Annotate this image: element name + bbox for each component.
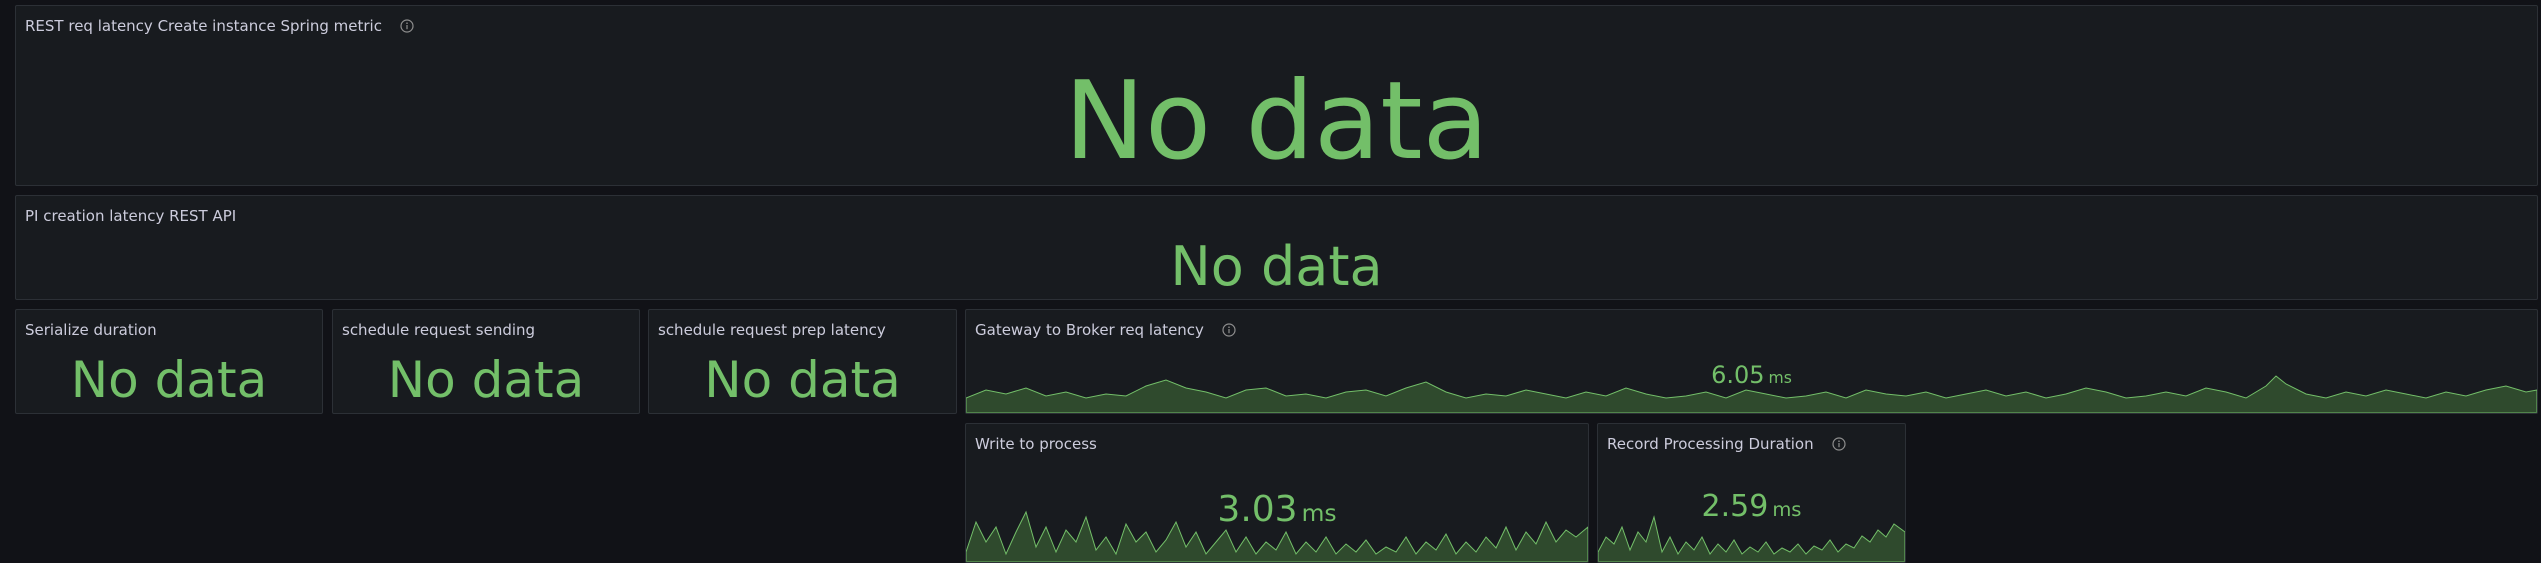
panel-header: Write to process — [975, 424, 1097, 464]
no-data-value: No data — [387, 351, 585, 409]
no-data-value: No data — [1064, 59, 1489, 184]
stat-number: 6.05 — [1711, 361, 1765, 389]
stat-unit: ms — [1772, 498, 1802, 521]
info-icon[interactable] — [1222, 323, 1236, 337]
panel-gateway-to-broker[interactable]: Gateway to Broker req latency 6.05 ms — [965, 309, 2538, 414]
panel-title[interactable]: Record Processing Duration — [1607, 435, 1814, 453]
panel-title[interactable]: Write to process — [975, 435, 1097, 453]
panel-rest-req-latency[interactable]: REST req latency Create instance Spring … — [15, 5, 2538, 186]
panel-header: Gateway to Broker req latency — [975, 310, 1236, 350]
stat-unit: ms — [1768, 369, 1792, 387]
panel-title[interactable]: Gateway to Broker req latency — [975, 321, 1204, 339]
panel-title[interactable]: schedule request prep latency — [658, 321, 886, 339]
panel-schedule-request-prep-latency[interactable]: schedule request prep latency No data — [648, 309, 957, 414]
panel-title[interactable]: REST req latency Create instance Spring … — [25, 17, 382, 35]
stat-value: 2.59 ms — [1598, 492, 1905, 522]
panel-pi-creation-latency[interactable]: PI creation latency REST API No data — [15, 195, 2538, 300]
panel-schedule-request-sending[interactable]: schedule request sending No data — [332, 309, 640, 414]
info-icon[interactable] — [400, 19, 414, 33]
panel-header: Serialize duration — [25, 310, 157, 350]
no-data-value: No data — [704, 351, 901, 409]
panel-header: REST req latency Create instance Spring … — [25, 6, 414, 46]
panel-title[interactable]: Serialize duration — [25, 321, 157, 339]
stat-value: 3.03 ms — [966, 492, 1588, 528]
stat-unit: ms — [1301, 499, 1337, 527]
panel-title[interactable]: PI creation latency REST API — [25, 207, 236, 225]
panel-header: PI creation latency REST API — [25, 196, 236, 236]
panel-header: schedule request sending — [342, 310, 535, 350]
panel-header: schedule request prep latency — [658, 310, 886, 350]
panel-header: Record Processing Duration — [1607, 424, 1846, 464]
panel-write-to-process[interactable]: Write to process 3.03 ms — [965, 423, 1589, 563]
no-data-value: No data — [70, 351, 268, 409]
panel-record-processing-duration[interactable]: Record Processing Duration 2.59 ms — [1597, 423, 1906, 563]
info-icon[interactable] — [1832, 437, 1846, 451]
stat-value: 6.05 ms — [966, 363, 2537, 387]
panel-title[interactable]: schedule request sending — [342, 321, 535, 339]
no-data-value: No data — [1170, 235, 1383, 298]
stat-number: 3.03 — [1217, 489, 1298, 530]
stat-number: 2.59 — [1701, 489, 1769, 524]
panel-serialize-duration[interactable]: Serialize duration No data — [15, 309, 323, 414]
